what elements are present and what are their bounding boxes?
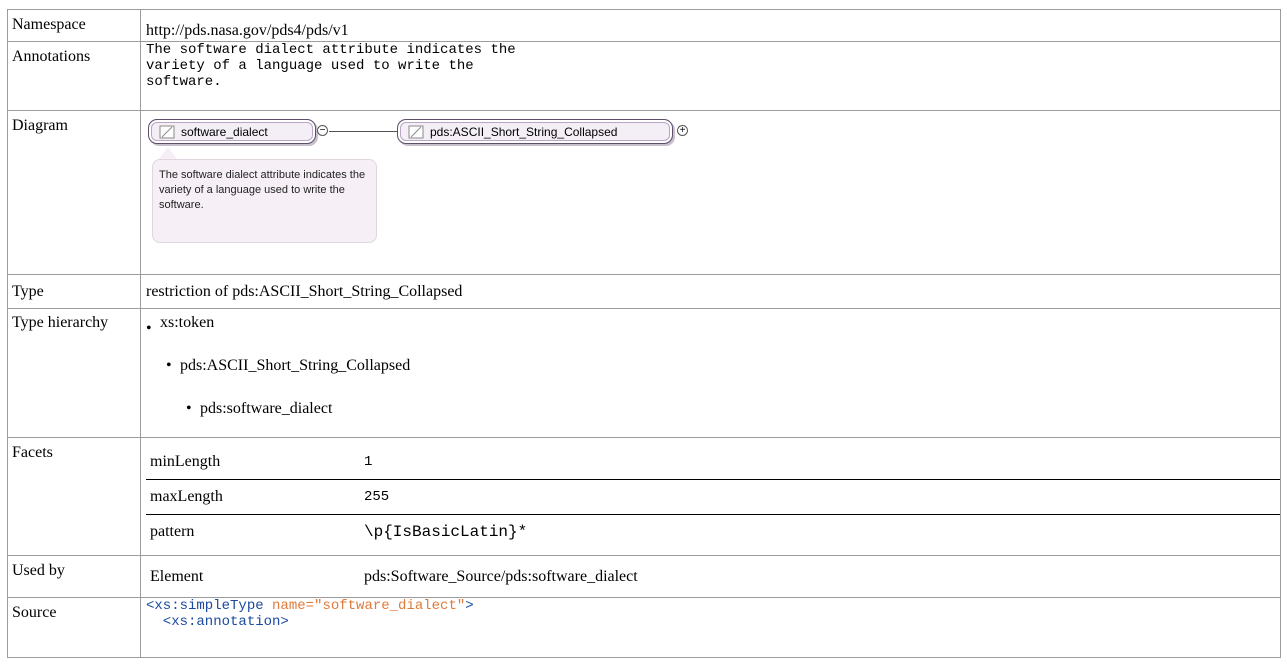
diagram-row: Diagram software_dialect − pds:ASCII_Sho…: [7, 110, 1281, 275]
facet-name: maxLength: [146, 479, 360, 515]
type-node[interactable]: pds:ASCII_Short_String_Collapsed: [397, 119, 673, 144]
source-code: <xs:simpleType name="software_dialect"> …: [140, 597, 1281, 658]
used-by-label: Used by: [7, 555, 141, 598]
type-row: Type restriction of pds:ASCII_Short_Stri…: [7, 274, 1281, 309]
used-by-value[interactable]: pds:Software_Source/pds:software_dialect: [360, 560, 1280, 594]
element-node[interactable]: software_dialect: [148, 119, 316, 144]
simple-type-icon: [159, 125, 175, 138]
collapse-icon[interactable]: −: [317, 125, 328, 136]
facets-row: Facets minLength 1 maxLength 255 pattern…: [7, 437, 1281, 556]
source-tag-close: >: [465, 598, 474, 614]
type-hierarchy-label: Type hierarchy: [7, 308, 141, 438]
type-label: Type: [7, 274, 141, 309]
expand-icon[interactable]: +: [677, 125, 688, 136]
annotation-tooltip: The software dialect attribute indicates…: [152, 159, 377, 243]
used-by-table: Element pds:Software_Source/pds:software…: [146, 560, 1280, 594]
facets-label: Facets: [7, 437, 141, 556]
source-attr: name="software_dialect": [272, 598, 466, 614]
type-hierarchy-item: xs:token: [146, 309, 1280, 346]
type-hierarchy-list: xs:token pds:ASCII_Short_String_Collapse…: [146, 309, 1280, 432]
used-by-row: Used by Element pds:Software_Source/pds:…: [7, 555, 1281, 598]
type-node-label: pds:ASCII_Short_String_Collapsed: [430, 124, 618, 139]
type-hierarchy-item: pds:software_dialect: [186, 389, 1280, 432]
facet-name: pattern: [146, 514, 360, 549]
element-node-label: software_dialect: [181, 124, 268, 139]
type-value: restriction of pds:ASCII_Short_String_Co…: [146, 283, 463, 300]
namespace-value: http://pds.nasa.gov/pds4/pds/v1: [146, 22, 349, 39]
source-row: Source <xs:simpleType name="software_dia…: [7, 597, 1281, 658]
source-label: Source: [7, 597, 141, 658]
type-hierarchy-row: Type hierarchy xs:token pds:ASCII_Short_…: [7, 308, 1281, 438]
facet-row: minLength 1: [146, 445, 1280, 480]
source-tag-open: <xs:simpleType: [146, 598, 264, 614]
annotations-value: The software dialect attribute indicates…: [140, 41, 1281, 111]
facet-value: \p{IsBasicLatin}*: [360, 514, 1280, 549]
source-line-2: <xs:annotation>: [146, 614, 289, 630]
facet-name: minLength: [150, 453, 221, 470]
facet-row: pattern \p{IsBasicLatin}*: [146, 514, 1280, 549]
schema-doc-table: Namespace http://pds.nasa.gov/pds4/pds/v…: [7, 9, 1281, 658]
namespace-label: Namespace: [7, 9, 141, 42]
annotations-label: Annotations: [7, 41, 141, 111]
type-hierarchy-item: pds:ASCII_Short_String_Collapsed: [166, 346, 1280, 389]
namespace-row: Namespace http://pds.nasa.gov/pds4/pds/v…: [7, 9, 1281, 42]
simple-type-icon: [408, 125, 424, 138]
facet-value: 1: [364, 454, 373, 470]
facet-value: 255: [360, 479, 1280, 515]
facet-row: maxLength 255: [146, 479, 1280, 515]
connector-line: [329, 131, 404, 132]
schema-diagram: software_dialect − pds:ASCII_Short_Strin…: [146, 111, 1280, 274]
facets-table: minLength 1 maxLength 255 pattern \p{IsB…: [146, 445, 1280, 549]
used-by-kind: Element: [150, 568, 204, 585]
diagram-label: Diagram: [7, 110, 141, 275]
used-by-entry: Element pds:Software_Source/pds:software…: [146, 560, 1280, 594]
annotations-row: Annotations The software dialect attribu…: [7, 41, 1281, 111]
